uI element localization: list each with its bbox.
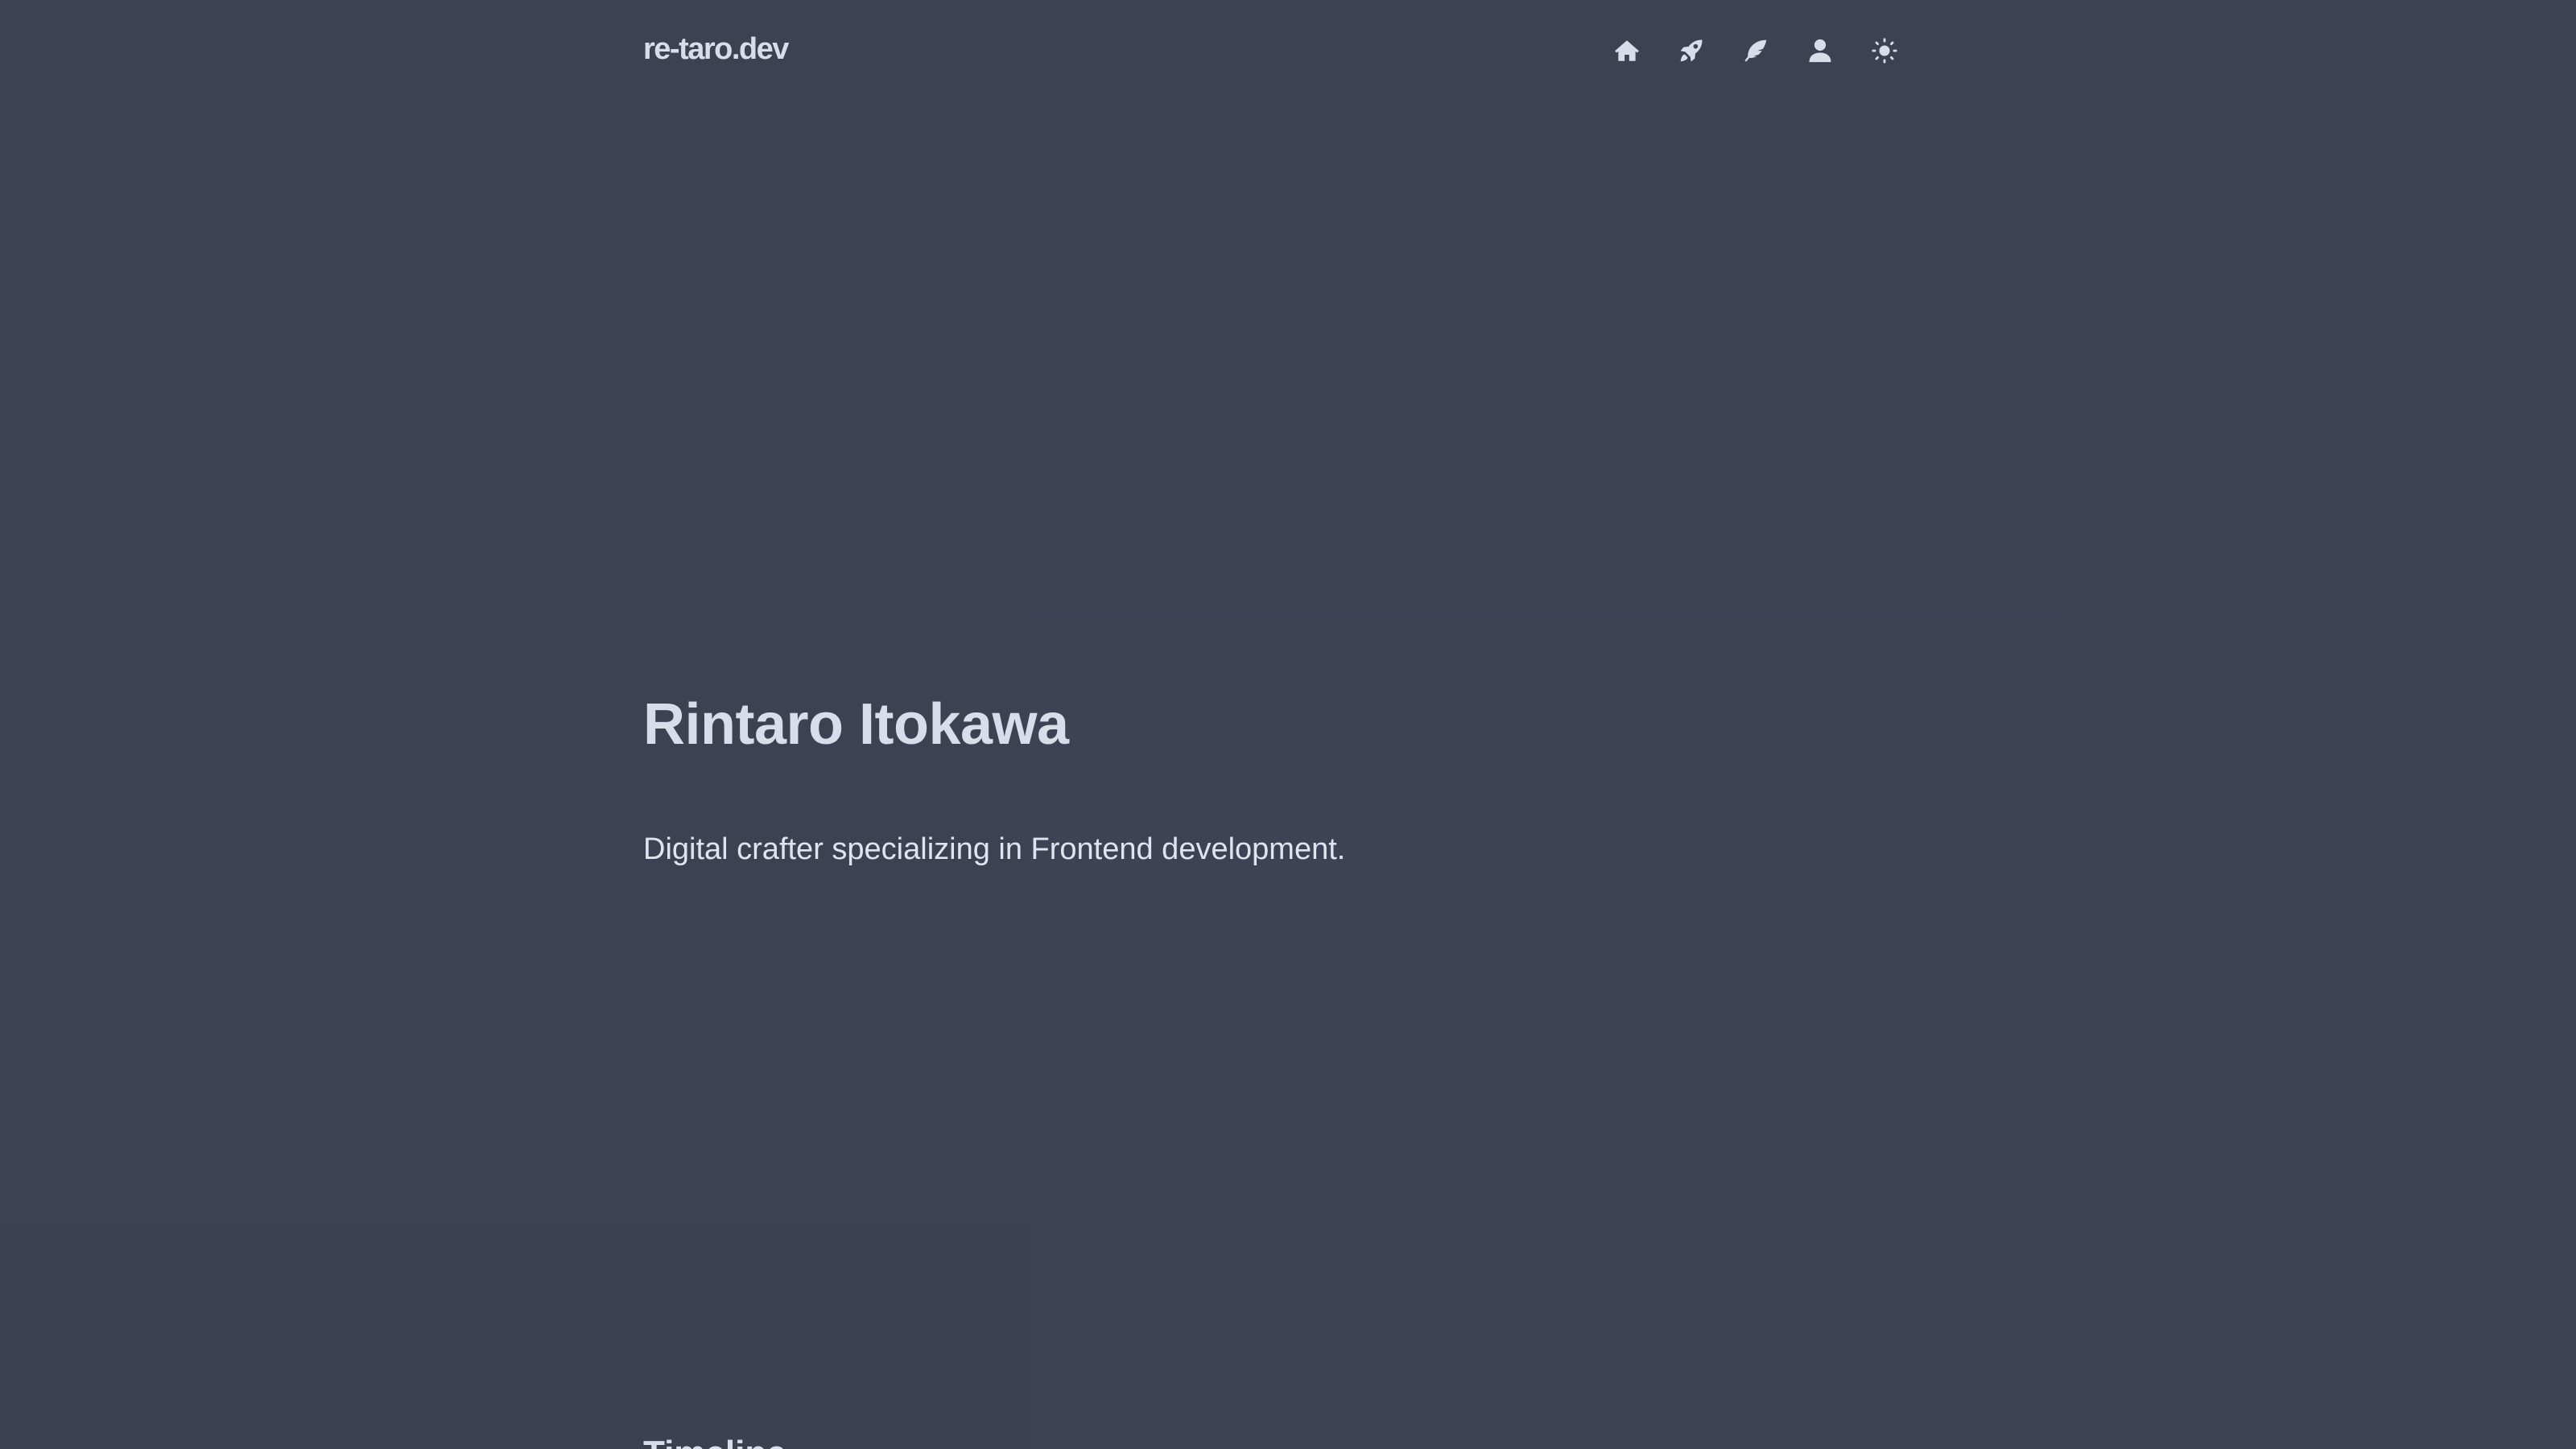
background-panel — [0, 1224, 1030, 1449]
site-title-link[interactable]: re-taro.dev — [643, 31, 789, 68]
theme-toggle-button[interactable] — [1852, 26, 1917, 76]
page: re-taro.dev Rintaro Itokawa Digital craf… — [0, 0, 2576, 1449]
site-header: re-taro.dev — [643, 24, 1917, 77]
hero-tagline: Digital crafter specializing in Frontend… — [643, 832, 1346, 866]
background-panel — [1022, 612, 2061, 918]
feather-icon — [1744, 39, 1767, 62]
nav-projects-link[interactable] — [1659, 26, 1724, 76]
hero-name: Rintaro Itokawa — [643, 692, 1069, 757]
nav-home-link[interactable] — [1595, 26, 1659, 76]
main-nav — [1595, 26, 1917, 76]
nav-blog-link[interactable] — [1724, 26, 1788, 76]
home-icon — [1615, 40, 1639, 61]
user-icon — [1809, 39, 1831, 63]
timeline-heading: Timeline — [643, 1431, 786, 1449]
sun-icon — [1872, 38, 1897, 64]
nav-about-link[interactable] — [1788, 26, 1852, 76]
rocket-icon — [1680, 39, 1703, 62]
